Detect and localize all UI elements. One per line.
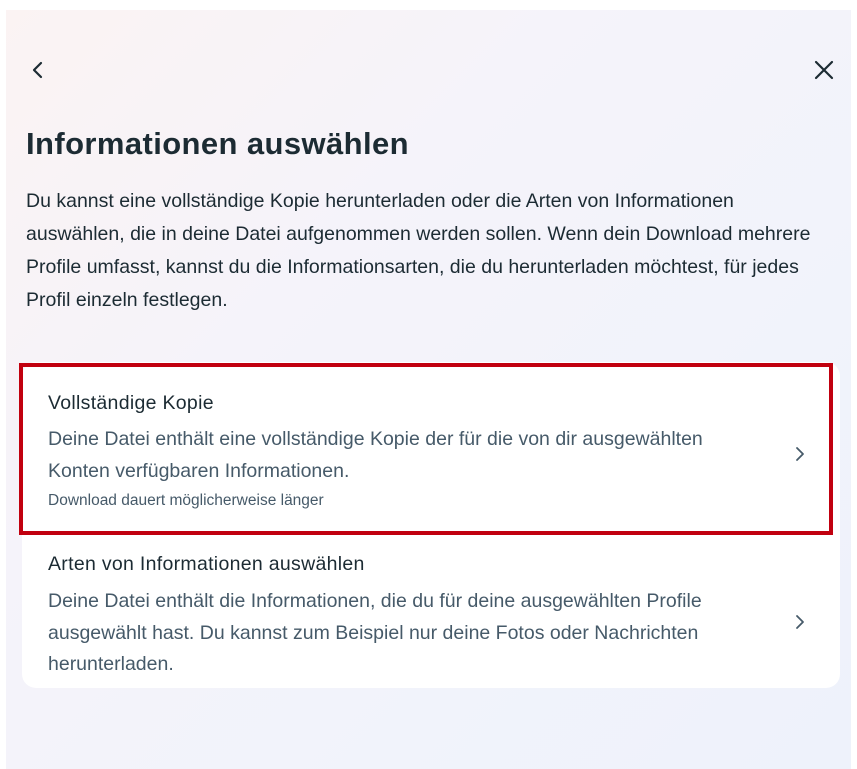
back-button[interactable] — [18, 50, 58, 90]
close-icon — [814, 60, 834, 80]
chevron-right-icon — [790, 612, 810, 632]
option-select-information-types[interactable]: Arten von Informationen auswählen Deine … — [22, 540, 840, 688]
dialog-panel: Informationen auswählen Du kannst eine v… — [6, 10, 851, 769]
option-description: Deine Datei enthält eine vollständige Ko… — [48, 428, 703, 482]
page-description: Du kannst eine vollständige Kopie herunt… — [26, 190, 811, 311]
options-card: Vollständige Kopie Deine Datei enthält e… — [19, 362, 840, 688]
option-title: Vollständige Kopie — [48, 392, 214, 414]
chevron-left-icon — [32, 61, 43, 79]
page-title: Informationen auswählen — [26, 126, 409, 161]
chevron-right-icon — [790, 444, 810, 464]
option-full-copy[interactable]: Vollständige Kopie Deine Datei enthält e… — [19, 362, 840, 535]
close-button[interactable] — [804, 50, 844, 90]
option-title: Arten von Informationen auswählen — [48, 553, 365, 575]
option-description: Deine Datei enthält die Informationen, d… — [48, 590, 702, 675]
option-note: Download dauert möglicherweise länger — [48, 492, 324, 509]
